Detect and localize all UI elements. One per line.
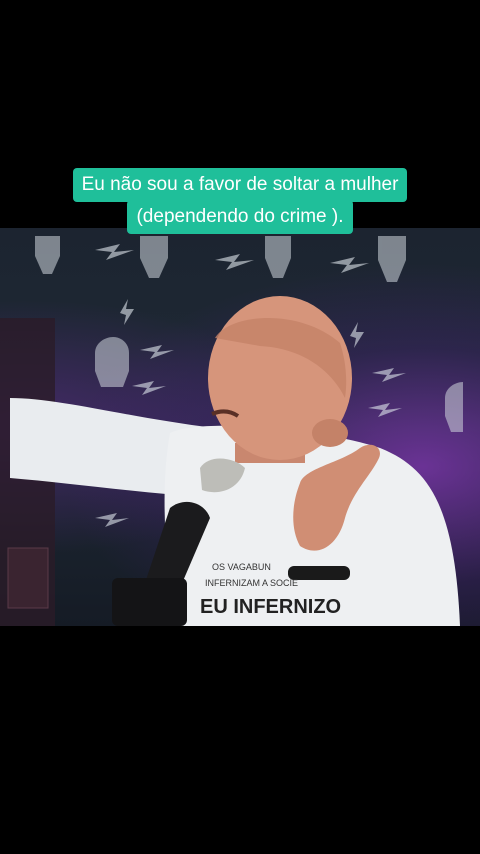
shirt-print-line3: EU INFERNIZO [200,596,341,618]
caption-line-2: (dependendo do crime ). [0,200,480,234]
ear [312,419,348,447]
video-frame: OS VAGABUN INFERNIZAM A SOCIE EU INFERNI… [0,228,480,626]
podcast-scene: OS VAGABUN INFERNIZAM A SOCIE EU INFERNI… [0,236,463,626]
microphone-arm [112,578,187,626]
caption-text-2: (dependendo do crime ). [127,200,353,234]
shirt-print-line1: OS VAGABUN [212,562,271,572]
shirt-print-line2: INFERNIZAM A SOCIE [205,578,298,588]
shelf-frame [7,547,49,609]
caption-line-1: Eu não sou a favor de soltar a mulher [0,168,480,202]
caption-text-1: Eu não sou a favor de soltar a mulher [72,168,408,202]
